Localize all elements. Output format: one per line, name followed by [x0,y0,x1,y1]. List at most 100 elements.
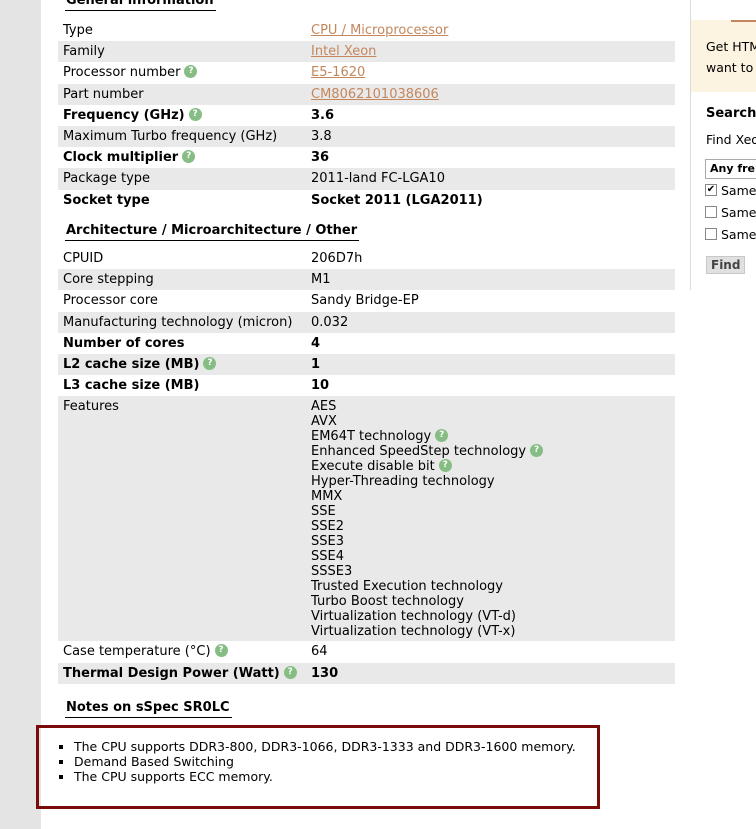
feature-name: Trusted Execution technology [311,579,503,595]
checkbox[interactable] [705,205,717,218]
sidebar-checkbox-row[interactable]: ✔ Same [705,183,756,198]
note-item: Demand Based Switching [74,754,597,769]
spec-label: Frequency (GHz) [63,107,185,123]
feature-item: Virtualization technology (VT-d) [311,609,675,624]
feature-name: MMX [311,489,343,505]
section-title-notes: Notes on sSpec SR0LC [65,700,232,718]
help-icon[interactable]: ? [188,107,202,121]
feature-name: EM64T technology [311,429,432,445]
spec-value-cell: 2011-land FC-LGA10 [306,168,675,190]
feature-name: Enhanced SpeedStep technology [311,444,527,460]
feature-name: Execute disable bit [311,459,435,475]
spec-value-link[interactable]: Intel Xeon [311,44,376,59]
checkbox-label: Same [721,183,756,198]
spec-row: Clock multiplier? 36 [58,147,675,168]
sidebar-search-title: Search [706,106,756,121]
spec-value: M1 [311,272,331,288]
spec-value-cell: CM8062101038606 [306,83,675,105]
frequency-select[interactable]: Any fre [705,159,756,179]
help-icon[interactable]: ? [214,644,228,658]
help-icon[interactable]: ? [184,65,198,79]
checkbox[interactable]: ✔ [705,183,717,196]
spec-label-cell: Package type [58,168,306,190]
feature-item: Execute disable bit? [311,459,675,474]
feature-name: AES [311,399,337,415]
help-icon[interactable]: ? [530,444,544,458]
help-icon[interactable]: ? [438,459,452,473]
checkbox-label: Same [721,227,756,242]
help-icon[interactable]: ? [435,429,449,443]
spec-row: Maximum Turbo frequency (GHz) 3.8 [58,125,675,148]
spec-row: Processor core Sandy Bridge-EP [58,290,675,311]
feature-item: AES [311,399,675,414]
feature-item: EM64T technology? [311,429,675,444]
spec-label: Manufacturing technology (micron) [63,314,293,330]
spec-row: L3 cache size (MB) 10 [58,375,675,396]
spec-label: Number of cores [63,335,185,351]
help-icon[interactable]: ? [283,665,297,679]
spec-label-cell: Socket type [58,190,306,211]
spec-value-link[interactable]: E5-1620 [311,65,365,80]
feature-name: AVX [311,414,337,430]
sidebar-checkbox-row[interactable]: Same [705,205,756,220]
spec-value-cell: 64 [306,641,675,662]
feature-name: Hyper-Threading technology [311,474,495,490]
spec-label: Family [63,44,105,60]
spec-label-cell: Number of cores [58,333,306,354]
spec-row: Frequency (GHz)? 3.6 [58,105,675,126]
features-label-cell: Features [58,396,306,642]
spec-value: 3.8 [311,129,332,145]
spec-value-cell: 4 [306,333,675,354]
sidebar-checkbox-row[interactable]: Same [705,227,756,242]
spec-row: Type CPU / Microprocessor [58,20,675,41]
promo-box: Get HTM want to [691,20,756,92]
sidebar-find-text: Find Xeo [706,132,756,147]
spec-row: Number of cores 4 [58,333,675,354]
page-content: General information Type CPU / Microproce… [36,0,756,829]
spec-value: 2011-land FC-LGA10 [311,171,445,187]
checkbox[interactable] [705,227,717,240]
spec-value-cell: Socket 2011 (LGA2011) [306,190,675,211]
feature-item: SSE2 [311,519,675,534]
section-title-architecture: Architecture / Microarchitecture / Other [65,223,360,241]
features-label: Features [63,399,119,415]
spec-value-link[interactable]: CPU / Microprocessor [311,23,448,38]
promo-text-1: Get HTM [706,39,756,54]
help-icon[interactable]: ? [203,357,217,371]
spec-value: 206D7h [311,251,363,267]
spec-row: Package type 2011-land FC-LGA10 [58,168,675,190]
spec-label: Socket type [63,192,150,208]
spec-value: 130 [311,665,339,681]
feature-item: Trusted Execution technology [311,579,675,594]
spec-row: Family Intel Xeon [58,41,675,63]
spec-row: Processor number? E5-1620 [58,62,675,83]
note-item: The CPU supports DDR3-800, DDR3-1066, DD… [74,739,597,754]
spec-row: Part number CM8062101038606 [58,83,675,105]
features-row: Features AES AVX EM64T technology? Enhanced … [58,396,675,642]
spec-value-cell: 130 [306,662,675,684]
feature-item: AVX [311,414,675,429]
spec-value: 4 [311,335,321,351]
find-button[interactable]: Find [706,256,746,274]
feature-name: SSE [311,504,336,520]
feature-name: Turbo Boost technology [311,594,464,610]
spec-label-cell: Core stepping [58,269,306,291]
spec-value-cell: 3.8 [306,125,675,148]
spec-label: Processor number [63,65,181,81]
spec-value-cell: Intel Xeon [306,41,675,63]
feature-item: Enhanced SpeedStep technology? [311,444,675,459]
spec-value-cell: Sandy Bridge-EP [306,290,675,311]
spec-label-cell: Type [58,20,306,41]
spec-label-cell: Clock multiplier? [58,147,306,168]
spec-value-cell: CPU / Microprocessor [306,20,675,41]
help-icon[interactable]: ? [182,150,196,164]
spec-row: Socket type Socket 2011 (LGA2011) [58,190,675,211]
spec-row: Core stepping M1 [58,269,675,291]
general-info-table: Type CPU / Microprocessor Family Intel Xeon… [58,20,675,211]
spec-value-cell: 206D7h [306,248,675,269]
feature-item: SSE [311,504,675,519]
feature-item: MMX [311,489,675,504]
sidebar: Get HTM want to Search Find Xeo Any fre … [690,0,756,290]
spec-value-link[interactable]: CM8062101038606 [311,87,439,102]
feature-name: Virtualization technology (VT-d) [311,609,516,625]
